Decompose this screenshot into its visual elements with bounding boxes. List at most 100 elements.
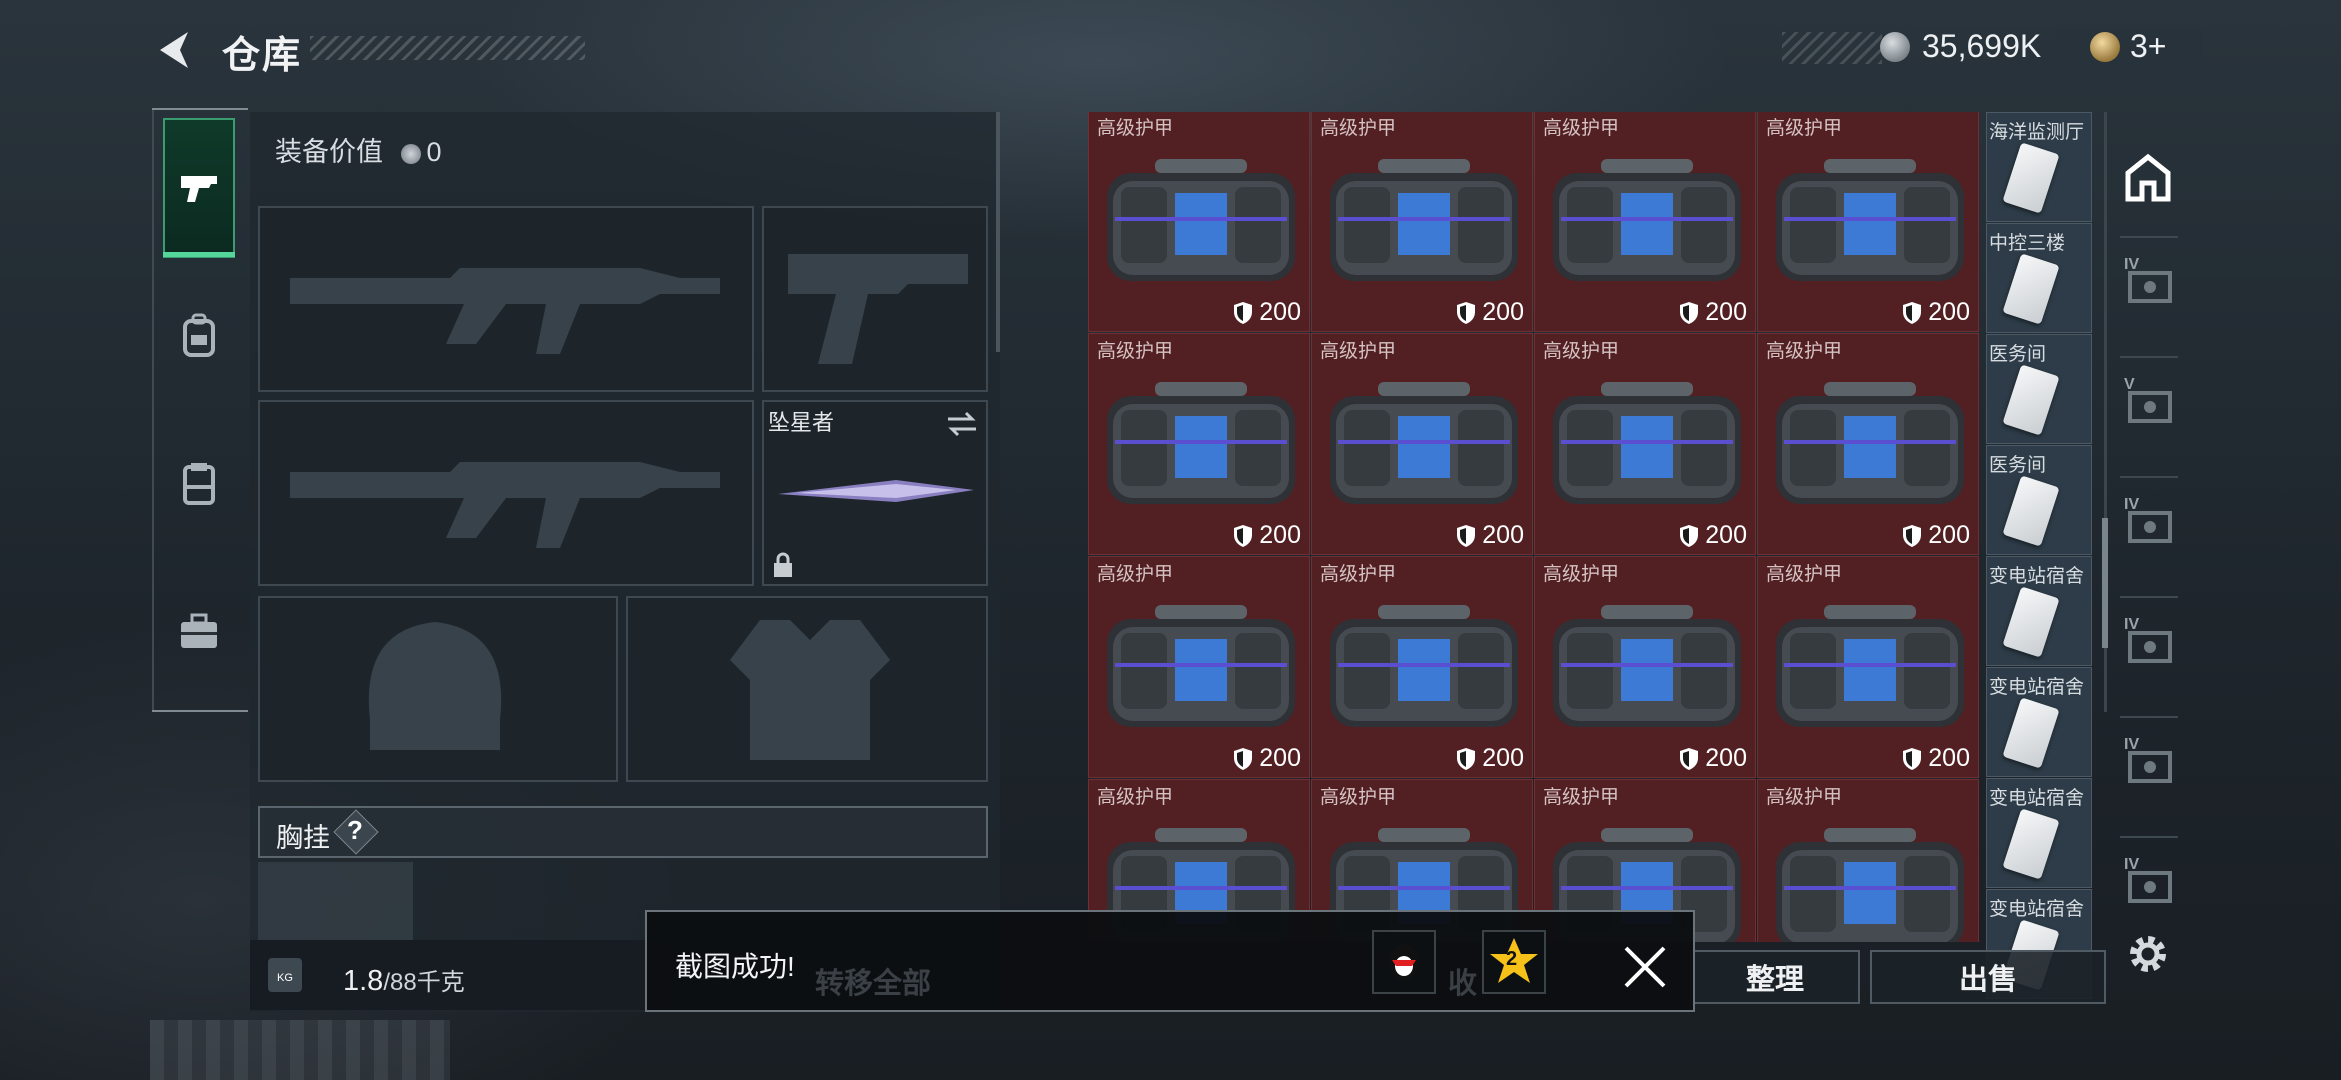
stash-scrollbar[interactable] (2102, 518, 2108, 648)
keycard-name: 中控三楼 (1989, 233, 2066, 254)
keycard-item[interactable]: 海洋监测厅 (1986, 112, 2092, 222)
container-tab[interactable]: IV (2118, 610, 2182, 674)
shield-icon (1680, 747, 1699, 770)
nav-tab-case[interactable] (171, 604, 227, 660)
container-tab[interactable]: IV (2118, 490, 2182, 554)
organize-button[interactable]: 整理 (1690, 950, 1860, 1004)
shield-icon (1903, 301, 1922, 324)
armor-item-cell[interactable]: 高级护甲 200 (1534, 333, 1756, 555)
armor-item-cell[interactable]: 高级护甲 200 (1088, 556, 1310, 778)
helmet-silhouette-icon (368, 622, 502, 750)
nav-tab-backpack[interactable] (171, 308, 227, 364)
nav-tab-vest[interactable] (171, 456, 227, 512)
helmet-slot[interactable] (258, 596, 618, 782)
keycard-item[interactable]: 医务间 (1986, 445, 2092, 555)
nav-divider-bottom (152, 710, 248, 712)
equipment-value-amount: 0 (426, 137, 442, 167)
stash-home-tab[interactable] (2116, 146, 2180, 210)
shield-icon (1457, 747, 1476, 770)
armor-item-cell[interactable]: 高级护甲 200 (1534, 112, 1756, 332)
container-tab[interactable]: IV (2118, 730, 2182, 794)
chest-rig-slot[interactable] (258, 862, 413, 942)
armor-bag-icon (1776, 382, 1964, 504)
armor-bag-icon (1107, 159, 1295, 281)
armor-item-cell[interactable]: 高级护甲 200 (1757, 556, 1979, 778)
shield-icon (1680, 301, 1699, 324)
armor-rating: 200 (1902, 298, 1970, 327)
armor-item-cell[interactable]: 高级护甲 200 (1311, 112, 1533, 332)
gear-icon[interactable] (2122, 928, 2174, 980)
armor-bag-icon (1776, 159, 1964, 281)
chest-rig-label: 胸挂 (276, 823, 330, 853)
armor-value: 200 (1928, 521, 1970, 549)
page-title: 仓库 (222, 35, 303, 77)
keycard-item[interactable]: 变电站宿舍 (1986, 556, 2092, 666)
container-tab[interactable]: IV (2118, 250, 2182, 314)
weight-text: 1.8/88千克 (343, 962, 465, 998)
keycard-icon (2002, 808, 2060, 880)
house-icon (2125, 153, 2171, 202)
qzone-share-button[interactable]: 2 (1482, 930, 1546, 994)
item-name: 高级护甲 (1766, 564, 1843, 585)
keycard-item[interactable]: 变电站宿舍 (1986, 667, 2092, 777)
pistol-silhouette-icon (788, 254, 968, 364)
armor-item-cell[interactable]: 高级护甲 (1757, 779, 1979, 942)
armor-item-cell[interactable]: 高级护甲 200 (1757, 112, 1979, 332)
armor-item-cell[interactable]: 高级护甲 200 (1311, 333, 1533, 555)
lock-icon (774, 552, 792, 577)
keycard-name: 变电站宿舍 (1989, 566, 2085, 587)
item-name: 高级护甲 (1766, 341, 1843, 362)
side-tab-divider (2120, 596, 2178, 598)
keycard-item[interactable]: 医务间 (1986, 334, 2092, 444)
keycard-name: 海洋监测厅 (1989, 122, 2085, 143)
container-tab[interactable]: V (2118, 370, 2182, 434)
armor-item-cell[interactable]: 高级护甲 200 (1534, 556, 1756, 778)
keycard-icon (2002, 142, 2060, 214)
keycard-item[interactable]: 中控三楼 (1986, 223, 2092, 333)
armor-bag-icon (1330, 382, 1518, 504)
qq-share-button[interactable] (1372, 930, 1436, 994)
keycard-item[interactable]: 变电站宿舍 (1986, 778, 2092, 888)
shield-icon (1457, 301, 1476, 324)
close-icon[interactable] (1620, 942, 1670, 992)
armor-rating: 200 (1233, 521, 1301, 550)
silver-currency-amount[interactable]: 35,699K (1922, 28, 2041, 65)
equipment-value: 装备价值 0 (275, 130, 442, 169)
armor-rating: 200 (1679, 298, 1747, 327)
currency-decoration (1782, 32, 1882, 64)
pistol-slot[interactable] (762, 206, 988, 392)
item-name: 高级护甲 (1543, 564, 1620, 585)
armor-rating: 200 (1679, 521, 1747, 550)
equipment-scrollbar[interactable] (996, 112, 1000, 352)
transfer-all-button[interactable]: 转移全部 (815, 960, 931, 1002)
item-name: 高级护甲 (1766, 118, 1843, 139)
shield-icon (1234, 747, 1253, 770)
sell-button[interactable]: 出售 (1870, 950, 2106, 1004)
back-arrow-icon[interactable] (150, 26, 198, 74)
pixelated-overlay (150, 1020, 450, 1080)
primary-weapon-slot[interactable] (258, 206, 754, 392)
armor-item-cell[interactable]: 高级护甲 200 (1088, 333, 1310, 555)
nav-selected-indicator (163, 252, 235, 257)
silver-coin-icon (400, 143, 421, 164)
armor-slot[interactable] (626, 596, 988, 782)
armor-value: 200 (1705, 744, 1747, 772)
armor-item-cell[interactable]: 高级护甲 200 (1088, 112, 1310, 332)
armor-rating: 200 (1679, 744, 1747, 773)
tier-label: IV (2124, 736, 2140, 753)
armor-item-cell[interactable]: 高级护甲 200 (1757, 333, 1979, 555)
keycard-name: 医务间 (1989, 455, 2047, 476)
armor-rating: 200 (1456, 298, 1524, 327)
swap-icon[interactable] (946, 410, 978, 438)
gold-coin-icon (2090, 32, 2120, 62)
armor-item-cell[interactable]: 高级护甲 200 (1311, 556, 1533, 778)
rifle-silhouette-icon (290, 462, 720, 548)
collect-button[interactable]: 收 (1448, 960, 1477, 1002)
container-tab[interactable]: IV (2118, 850, 2182, 914)
secondary-weapon-slot[interactable] (258, 400, 754, 586)
armor-rating: 200 (1233, 298, 1301, 327)
toast-message: 截图成功! (675, 951, 795, 982)
gold-currency-amount[interactable]: 3+ (2130, 28, 2166, 65)
tier-label: IV (2124, 616, 2140, 633)
backpack-icon (183, 313, 215, 357)
